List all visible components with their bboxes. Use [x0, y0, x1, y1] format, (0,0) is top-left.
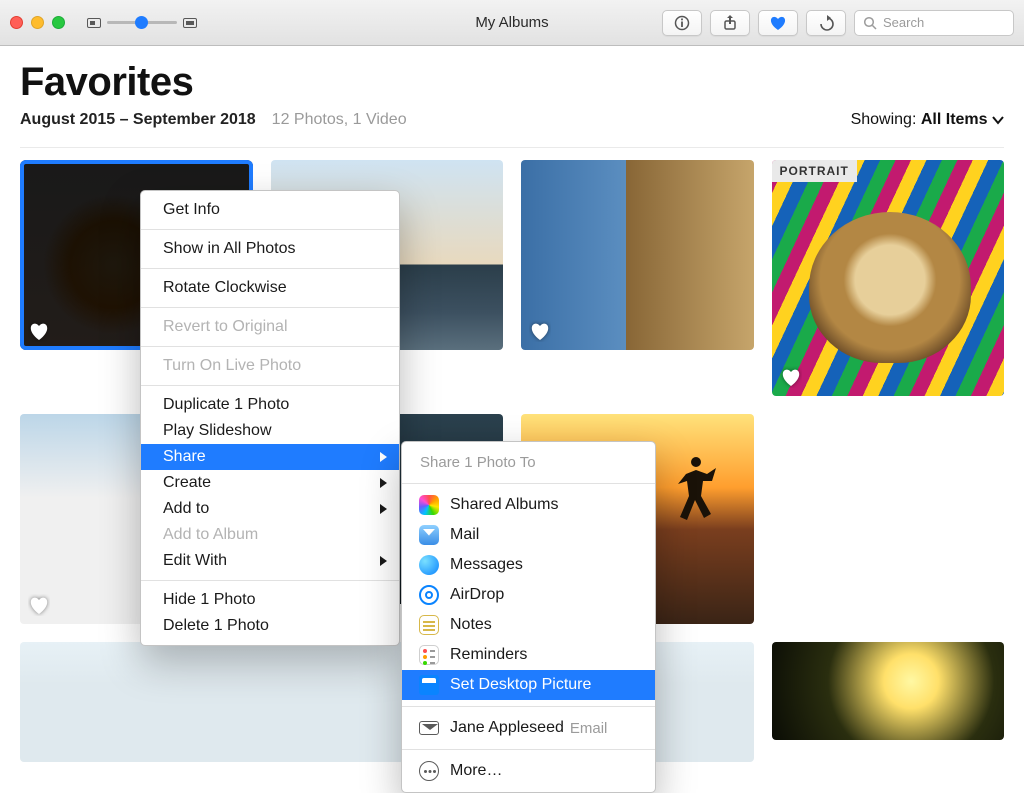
menu-item-turn-on-live-photo: Turn On Live Photo — [141, 353, 399, 379]
header: Favorites August 2015 – September 2018 1… — [0, 46, 1024, 137]
slider-knob[interactable] — [135, 16, 148, 29]
menu-separator — [402, 749, 655, 750]
favorite-heart-icon — [529, 320, 551, 342]
info-icon — [674, 15, 690, 31]
menu-separator — [402, 483, 655, 484]
menu-item-add-to[interactable]: Add to — [141, 496, 399, 522]
favorite-heart-icon — [780, 366, 802, 388]
chevron-down-icon — [992, 115, 1004, 125]
showing-value: All Items — [921, 111, 988, 128]
minimize-window-button[interactable] — [31, 16, 44, 29]
dog-illustration — [809, 212, 972, 363]
share-submenu: Share 1 Photo To Shared Albums Mail Mess… — [401, 441, 656, 793]
photo-thumbnail[interactable]: PORTRAIT — [772, 160, 1005, 396]
slider-track[interactable] — [107, 21, 177, 24]
menu-separator — [141, 268, 399, 269]
menu-item-get-info[interactable]: Get Info — [141, 197, 399, 223]
mail-icon — [418, 524, 440, 546]
thumbnail-size-slider[interactable] — [87, 18, 197, 28]
menu-item-rotate-clockwise[interactable]: Rotate Clockwise — [141, 275, 399, 301]
page-title: Favorites — [20, 60, 1004, 105]
menu-separator — [141, 307, 399, 308]
close-window-button[interactable] — [10, 16, 23, 29]
menu-item-revert-to-original: Revert to Original — [141, 314, 399, 340]
thumbnail-small-icon — [87, 18, 101, 28]
menu-separator — [141, 346, 399, 347]
share-icon — [722, 14, 738, 32]
submenu-arrow-icon — [380, 452, 387, 462]
favorite-heart-icon — [28, 594, 50, 616]
share-item-set-desktop-picture[interactable]: Set Desktop Picture — [402, 670, 655, 700]
showing-filter[interactable]: Showing: All Items — [851, 111, 1004, 129]
menu-item-hide[interactable]: Hide 1 Photo — [141, 587, 399, 613]
contact-email-suffix: Email — [570, 720, 608, 737]
submenu-header: Share 1 Photo To — [402, 448, 655, 477]
notes-icon — [418, 614, 440, 636]
menu-item-delete[interactable]: Delete 1 Photo — [141, 613, 399, 639]
menu-item-create[interactable]: Create — [141, 470, 399, 496]
menu-separator — [141, 385, 399, 386]
menu-item-duplicate[interactable]: Duplicate 1 Photo — [141, 392, 399, 418]
shared-albums-icon — [418, 494, 440, 516]
desktop-icon — [418, 674, 440, 696]
menu-item-show-in-all-photos[interactable]: Show in All Photos — [141, 236, 399, 262]
favorite-button[interactable] — [758, 10, 798, 36]
submenu-arrow-icon — [380, 556, 387, 566]
favorite-heart-icon — [28, 320, 50, 342]
menu-item-edit-with[interactable]: Edit With — [141, 548, 399, 574]
envelope-icon — [418, 717, 440, 739]
menu-separator — [141, 229, 399, 230]
messages-icon — [418, 554, 440, 576]
search-icon — [863, 16, 877, 30]
menu-separator — [402, 706, 655, 707]
photo-thumbnail[interactable] — [521, 160, 754, 350]
window-controls — [10, 16, 65, 29]
search-placeholder: Search — [883, 15, 924, 30]
reminders-icon — [418, 644, 440, 666]
airdrop-icon — [418, 584, 440, 606]
share-item-shared-albums[interactable]: Shared Albums — [402, 490, 655, 520]
date-range: August 2015 – September 2018 — [20, 111, 256, 129]
share-item-airdrop[interactable]: AirDrop — [402, 580, 655, 610]
titlebar: My Albums Search — [0, 0, 1024, 46]
share-item-notes[interactable]: Notes — [402, 610, 655, 640]
share-item-mail[interactable]: Mail — [402, 520, 655, 550]
share-button[interactable] — [710, 10, 750, 36]
submenu-arrow-icon — [380, 478, 387, 488]
share-item-contact[interactable]: Jane Appleseed Email — [402, 713, 655, 743]
search-field[interactable]: Search — [854, 10, 1014, 36]
rotate-button[interactable] — [806, 10, 846, 36]
context-menu: Get Info Show in All Photos Rotate Clock… — [140, 190, 400, 646]
menu-separator — [141, 580, 399, 581]
rotate-icon — [817, 15, 835, 31]
zoom-window-button[interactable] — [52, 16, 65, 29]
person-silhouette — [676, 452, 716, 522]
photo-thumbnail[interactable] — [772, 642, 1005, 740]
menu-item-add-to-album: Add to Album — [141, 522, 399, 548]
menu-item-play-slideshow[interactable]: Play Slideshow — [141, 418, 399, 444]
info-button[interactable] — [662, 10, 702, 36]
heart-icon — [769, 15, 787, 31]
thumbnail-large-icon — [183, 18, 197, 28]
portrait-badge: PORTRAIT — [772, 160, 857, 182]
submenu-arrow-icon — [380, 504, 387, 514]
share-item-messages[interactable]: Messages — [402, 550, 655, 580]
menu-item-share[interactable]: Share — [141, 444, 399, 470]
share-item-more[interactable]: More… — [402, 756, 655, 786]
showing-label: Showing: — [851, 111, 917, 128]
item-count: 12 Photos, 1 Video — [272, 111, 407, 129]
share-item-reminders[interactable]: Reminders — [402, 640, 655, 670]
more-icon — [418, 760, 440, 782]
